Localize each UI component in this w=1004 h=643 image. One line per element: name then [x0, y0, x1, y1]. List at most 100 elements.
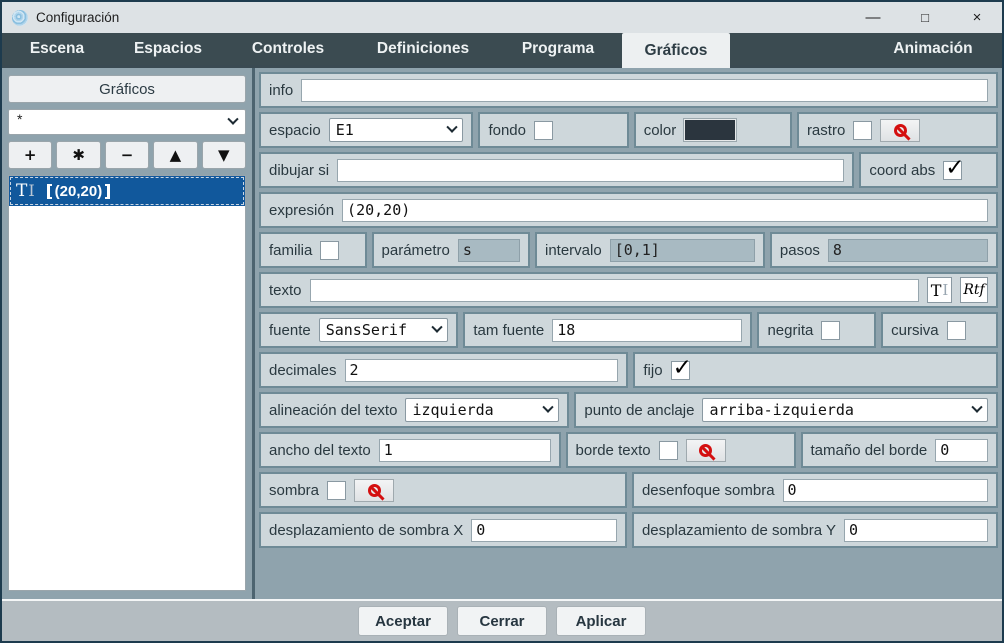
tam-fuente-input[interactable] — [552, 318, 743, 342]
desplazamiento-x-field: desplazamiento de sombra X — [259, 512, 627, 548]
duplicate-graphic-button[interactable]: ✱ — [56, 141, 101, 169]
plain-text-button[interactable]: TI — [927, 277, 952, 303]
parametro-field: parámetro — [371, 232, 530, 268]
window-title: Configuración — [36, 10, 120, 25]
tab-bar: Escena Espacios Controles Definiciones P… — [2, 33, 1002, 68]
desplazamiento-y-input[interactable] — [843, 518, 988, 542]
tab-graficos[interactable]: Gráficos — [622, 33, 730, 68]
expresion-input[interactable] — [342, 198, 988, 222]
rastro-none-button[interactable] — [880, 118, 921, 142]
color-field: color — [633, 112, 792, 148]
tam-fuente-field: tam fuente — [463, 312, 753, 348]
negrita-field: negrita — [757, 312, 877, 348]
decimales-input[interactable] — [344, 358, 619, 382]
espacio-select[interactable]: E1 — [328, 118, 464, 142]
fijo-field: fijo — [633, 352, 998, 388]
chevron-down-icon — [446, 121, 459, 133]
parametro-input — [457, 238, 520, 262]
cerrar-button[interactable]: Cerrar — [457, 606, 547, 636]
texto-input[interactable] — [309, 278, 919, 302]
borde-texto-field: borde texto — [565, 432, 796, 468]
chevron-down-icon — [542, 401, 555, 413]
alineacion-select[interactable]: izquierda — [405, 398, 560, 422]
sombra-checkbox[interactable] — [327, 480, 347, 500]
prohibition-icon — [893, 123, 907, 137]
coord-abs-checkbox[interactable] — [943, 155, 964, 181]
maximize-button[interactable]: □ — [916, 11, 934, 24]
borde-texto-checkbox[interactable] — [658, 440, 678, 460]
fuente-select[interactable]: SansSerif — [318, 318, 449, 342]
negrita-checkbox[interactable] — [821, 320, 841, 340]
sombra-none-button[interactable] — [354, 478, 395, 502]
info-field: info — [259, 72, 998, 108]
aplicar-button[interactable]: Aplicar — [556, 606, 646, 636]
familia-checkbox[interactable] — [320, 240, 340, 260]
desplazamiento-x-input[interactable] — [471, 518, 617, 542]
rastro-checkbox[interactable] — [853, 120, 873, 140]
desenfoque-sombra-input[interactable] — [782, 478, 988, 502]
tab-definiciones[interactable]: Definiciones — [352, 33, 494, 65]
tab-espacios[interactable]: Espacios — [112, 33, 224, 65]
list-item-text-graphic[interactable]: TI (20,20) — [9, 176, 245, 206]
coord-abs-field: coord abs — [859, 152, 998, 188]
text-beam-icon: I — [942, 281, 949, 299]
tamano-borde-field: tamaño del borde — [800, 432, 998, 468]
aceptar-button[interactable]: Aceptar — [358, 606, 448, 636]
tab-spacer — [730, 33, 864, 65]
remove-graphic-button[interactable]: − — [104, 141, 150, 169]
move-up-button[interactable]: ▲ — [153, 141, 198, 169]
dibujar-si-input[interactable] — [337, 158, 845, 182]
app-logo-icon — [12, 9, 28, 26]
fondo-checkbox[interactable] — [534, 120, 553, 140]
fuente-field: fuente SansSerif — [259, 312, 459, 348]
desenfoque-sombra-field: desenfoque sombra — [631, 472, 998, 508]
graphic-properties-form: info espacio E1 fondo color rastro dibuj… — [255, 68, 1002, 599]
move-down-button[interactable]: ▼ — [201, 141, 247, 169]
pasos-input — [827, 238, 988, 262]
close-button[interactable]: × — [968, 10, 986, 25]
minimize-button[interactable]: — — [864, 10, 882, 25]
chevron-down-icon — [971, 401, 983, 413]
graphics-filter-select[interactable]: * — [8, 109, 246, 135]
tab-escena[interactable]: Escena — [2, 33, 112, 65]
espacio-field: espacio E1 — [259, 112, 474, 148]
color-swatch-button[interactable] — [684, 119, 737, 141]
anclaje-select[interactable]: arriba-izquierda — [702, 398, 988, 422]
tab-controles[interactable]: Controles — [224, 33, 352, 65]
decimales-field: decimales — [259, 352, 629, 388]
prohibition-icon — [367, 483, 381, 497]
tab-programa[interactable]: Programa — [494, 33, 622, 65]
expresion-field: expresión — [259, 192, 998, 228]
familia-field: familia — [259, 232, 367, 268]
filter-value: * — [17, 111, 23, 127]
chevron-down-icon — [227, 113, 239, 125]
footer-bar: Aceptar Cerrar Aplicar — [2, 599, 1002, 641]
configuracion-window: Configuración — □ × Escena Espacios Cont… — [0, 0, 1004, 643]
text-cursor-icon: TI — [16, 180, 35, 201]
tamano-borde-input[interactable] — [935, 438, 988, 462]
alineacion-field: alineación del texto izquierda — [259, 392, 570, 428]
graphics-list: TI (20,20) — [8, 175, 246, 591]
graphics-toolbar: + ✱ − ▲ ▼ — [8, 141, 247, 169]
info-input[interactable] — [301, 78, 988, 102]
left-bracket-glyph — [46, 183, 52, 199]
anclaje-field: punto de anclaje arriba-izquierda — [574, 392, 998, 428]
fijo-checkbox[interactable] — [670, 355, 692, 381]
tab-animacion[interactable]: Animación — [864, 33, 1002, 65]
texto-field: texto TI Rtf — [259, 272, 998, 308]
ancho-texto-input[interactable] — [378, 438, 551, 462]
content-area: Gráficos * + ✱ − ▲ ▼ TI (20,20) info esp… — [2, 65, 1002, 599]
graphics-sidebar: Gráficos * + ✱ − ▲ ▼ TI (20,20) — [2, 68, 252, 599]
title-bar: Configuración — □ × — [2, 2, 1002, 33]
intervalo-input — [609, 238, 755, 262]
borde-texto-none-button[interactable] — [685, 438, 726, 462]
ancho-texto-field: ancho del texto — [259, 432, 561, 468]
rastro-field: rastro — [796, 112, 998, 148]
add-graphic-button[interactable]: + — [8, 141, 53, 169]
rtf-text-button[interactable]: Rtf — [960, 277, 988, 303]
desplazamiento-y-field: desplazamiento de sombra Y — [631, 512, 998, 548]
pasos-field: pasos — [769, 232, 998, 268]
chevron-down-icon — [431, 321, 444, 333]
cursiva-checkbox[interactable] — [946, 320, 966, 340]
intervalo-field: intervalo — [534, 232, 765, 268]
